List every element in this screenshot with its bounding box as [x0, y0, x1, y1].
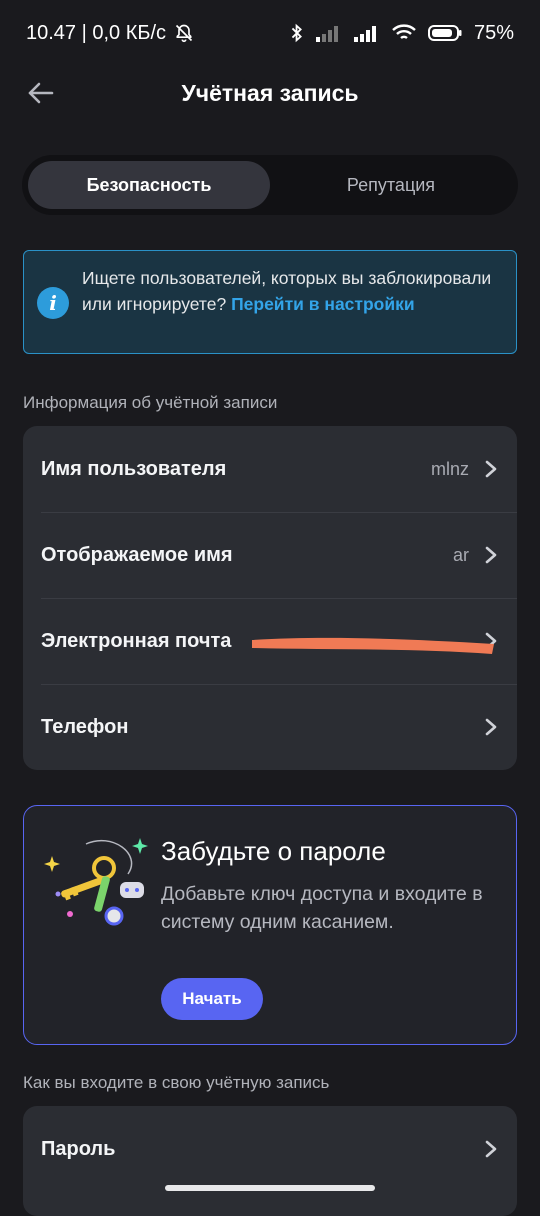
row-email[interactable]: Электронная почта: [23, 598, 517, 684]
start-button[interactable]: Начать: [161, 978, 263, 1020]
row-password[interactable]: Пароль: [23, 1106, 517, 1192]
wifi-icon: [392, 24, 416, 40]
tabs: Безопасность Репутация: [22, 155, 518, 215]
chevron-right-icon: [485, 718, 497, 736]
home-indicator[interactable]: [165, 1185, 375, 1191]
tab-reputation[interactable]: Репутация: [270, 161, 512, 209]
chevron-right-icon: [485, 1140, 497, 1158]
battery-icon: [427, 25, 462, 41]
battery-percent: 75%: [473, 21, 514, 44]
row-label: Имя пользователя: [41, 457, 227, 480]
page-title: Учётная запись: [181, 79, 359, 106]
row-value: ar: [452, 544, 469, 565]
passkey-promo-card: Забудьте о пароле Добавьте ключ доступа …: [23, 805, 517, 1045]
section-title-login: Как вы входите в свою учётную запись: [23, 1073, 330, 1092]
app-header: Учётная запись: [0, 62, 540, 124]
row-display-name[interactable]: Отображаемое имя ar: [23, 512, 517, 598]
promo-body: Добавьте ключ доступа и входите в систем…: [161, 883, 483, 933]
chevron-right-icon: [485, 546, 497, 564]
row-label: Отображаемое имя: [41, 543, 233, 566]
signal-icon-2: [353, 26, 376, 42]
info-banner: i Ищете пользователей, которых вы заблок…: [23, 250, 517, 354]
row-label: Пароль: [41, 1137, 116, 1160]
chevron-right-icon: [485, 460, 497, 478]
notifications-muted-icon: [175, 24, 193, 43]
row-value: mlnz: [430, 458, 469, 479]
bluetooth-icon: [291, 23, 302, 43]
redaction-scribble: [252, 637, 494, 654]
info-icon: i: [37, 287, 69, 319]
settings-link[interactable]: Перейти в настройки: [231, 294, 415, 314]
promo-title: Забудьте о пароле: [161, 836, 386, 866]
tab-security[interactable]: Безопасность: [28, 161, 270, 209]
back-arrow-icon[interactable]: [26, 78, 56, 108]
status-time-speed: 10.47 | 0,0 КБ/с: [26, 21, 167, 44]
status-bar: 10.47 | 0,0 КБ/с 75%: [0, 0, 540, 66]
keys-illustration-icon: [44, 838, 148, 926]
row-label: Телефон: [41, 715, 129, 738]
section-title-account-info: Информация об учётной записи: [23, 393, 278, 412]
account-info-card: Имя пользователя mlnz Отображаемое имя a…: [23, 426, 517, 770]
signal-icon-1: [315, 26, 338, 42]
row-phone[interactable]: Телефон: [23, 684, 517, 770]
row-username[interactable]: Имя пользователя mlnz: [23, 426, 517, 512]
